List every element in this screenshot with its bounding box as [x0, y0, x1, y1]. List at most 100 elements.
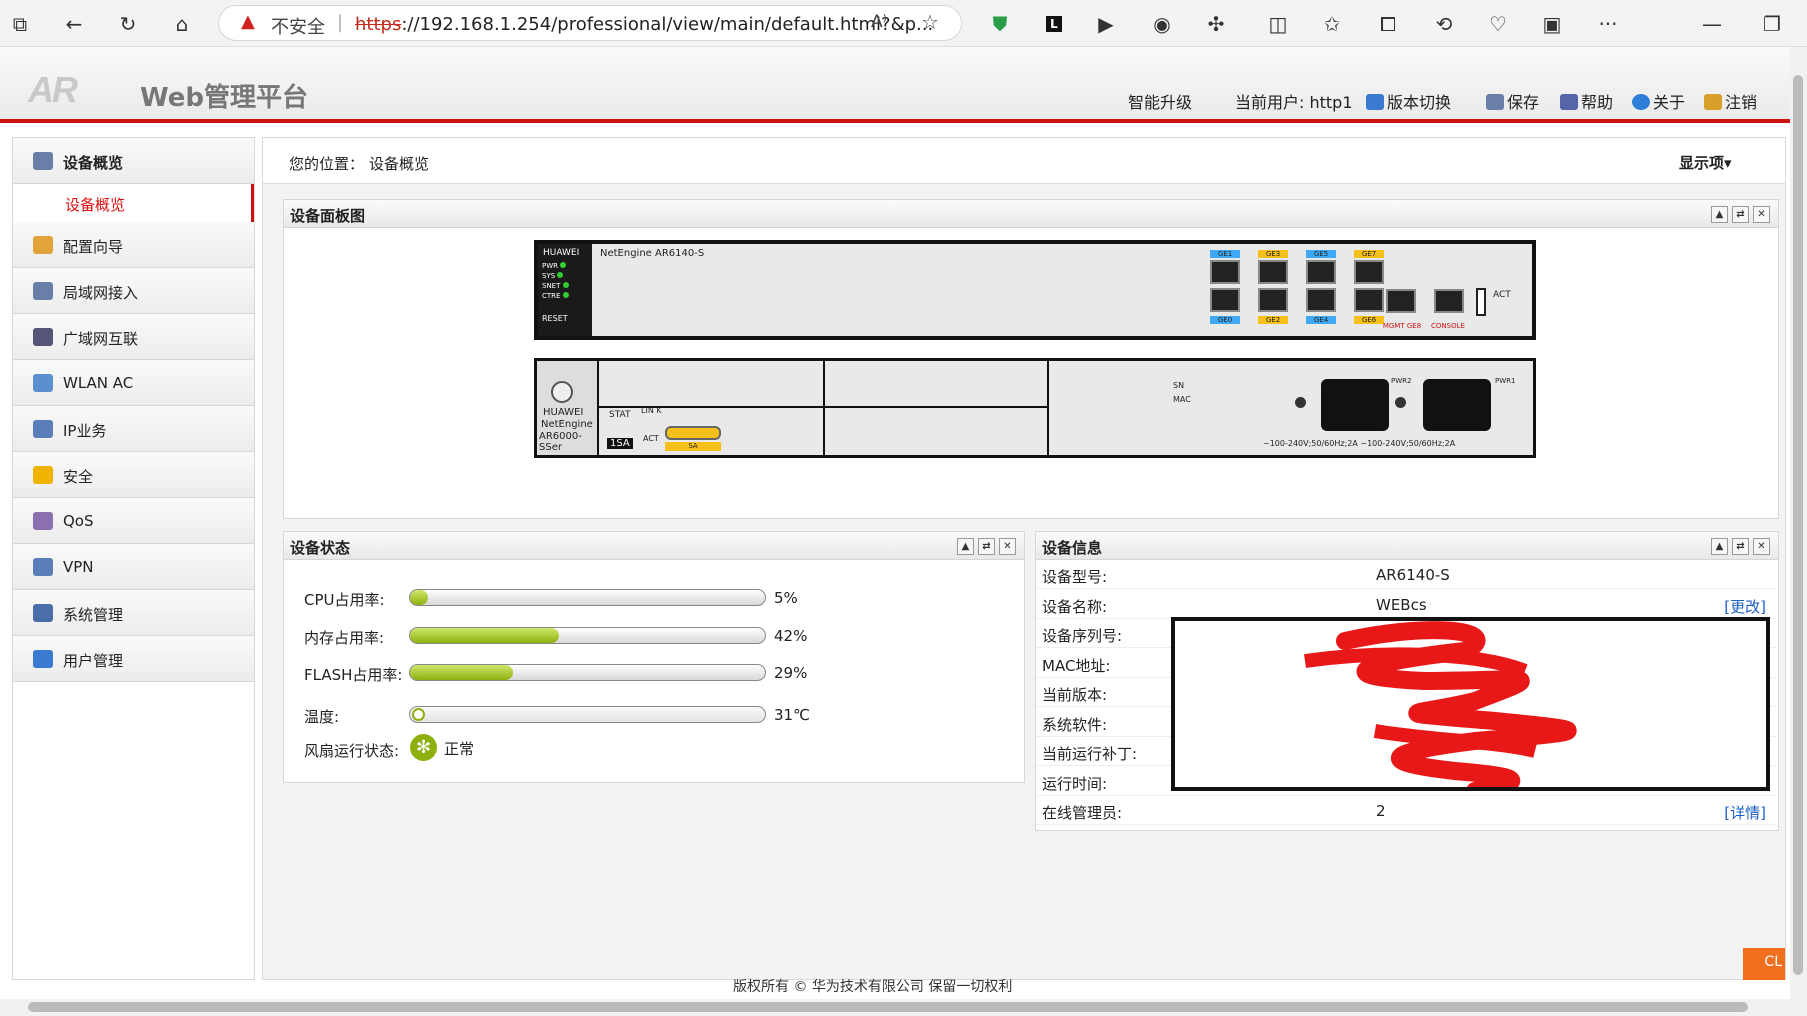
fan-status: 正常: [444, 740, 475, 758]
port-label: GE7: [1354, 250, 1384, 258]
version-switch-link[interactable]: 版本切换: [1366, 89, 1451, 113]
ge-port[interactable]: [1354, 288, 1384, 312]
info-key: 运行时间:: [1042, 774, 1108, 793]
ge-port[interactable]: [1306, 288, 1336, 312]
sidebar-item-5[interactable]: IP业务: [13, 406, 254, 452]
sidebar-item-8[interactable]: VPN: [13, 544, 254, 590]
extension-l-icon[interactable]: L: [1038, 8, 1070, 40]
more-icon[interactable]: ···: [1592, 8, 1624, 40]
extension-icon[interactable]: ◉: [1146, 8, 1178, 40]
minimize-icon[interactable]: —: [1696, 8, 1728, 40]
info-action-link[interactable]: [详情]: [1724, 802, 1766, 823]
sa-port[interactable]: [665, 426, 721, 440]
led-indicator: PWR: [542, 262, 567, 270]
sidebar-item-10[interactable]: 用户管理: [13, 636, 254, 682]
home-icon[interactable]: ⌂: [166, 8, 198, 40]
wan-icon: [33, 328, 53, 346]
close-icon[interactable]: ✕: [999, 538, 1016, 555]
corner-badge[interactable]: CL: [1743, 948, 1785, 980]
favorite-star-icon[interactable]: ☆: [921, 10, 939, 34]
history-icon[interactable]: ⟲: [1428, 8, 1460, 40]
sidebar-item-7[interactable]: QoS: [13, 498, 254, 544]
device-panel-title: 设备面板图: [290, 207, 366, 225]
read-aloud-icon[interactable]: A⁾: [871, 12, 887, 32]
sidebar-item-label: 局域网接入: [63, 284, 139, 302]
sidebar-item-2[interactable]: 局域网接入: [13, 268, 254, 314]
ge-port[interactable]: [1258, 260, 1288, 284]
info-action-link[interactable]: [更改]: [1724, 596, 1766, 617]
logout-link[interactable]: 注销: [1704, 89, 1757, 113]
memory-usage-bar: [409, 627, 766, 644]
usb-port[interactable]: [1476, 288, 1486, 316]
sidebar-toggle-icon[interactable]: ▣: [1536, 8, 1568, 40]
memory-label: 内存占用率:: [304, 629, 385, 647]
sidebar-item-4[interactable]: WLAN AC: [13, 360, 254, 406]
temperature-label: 温度:: [304, 708, 340, 726]
info-key: 在线管理员:: [1042, 804, 1123, 822]
refresh-panel-icon[interactable]: ⇄: [978, 538, 995, 555]
split-view-icon[interactable]: ◫: [1262, 8, 1294, 40]
power-socket-2: [1321, 379, 1389, 431]
sidebar-item-label: 安全: [63, 468, 94, 486]
red-scribble: [1304, 621, 1577, 787]
system-icon: [33, 604, 53, 622]
refresh-panel-icon[interactable]: ⇄: [1732, 538, 1749, 555]
ge-port[interactable]: [1306, 260, 1336, 284]
performance-icon[interactable]: ♡: [1482, 8, 1514, 40]
cpu-usage-bar: [409, 589, 766, 606]
wizard-icon: [33, 236, 53, 254]
about-link[interactable]: 关于: [1632, 89, 1685, 113]
ge-port[interactable]: [1354, 260, 1384, 284]
switch-icon: [1366, 94, 1384, 110]
collapse-icon[interactable]: ▲: [957, 538, 974, 555]
refresh-icon[interactable]: ↻: [112, 8, 144, 40]
device-rear-panel: HUAWEI NetEngine AR6000-SSer STAT LIN K …: [534, 358, 1536, 458]
sidebar-item-9[interactable]: 系统管理: [13, 590, 254, 636]
fan-icon: ✻: [410, 734, 437, 761]
help-link[interactable]: 帮助: [1560, 89, 1613, 113]
warning-icon: ▲: [241, 11, 255, 32]
ge-port[interactable]: [1210, 260, 1240, 284]
ge-port[interactable]: [1210, 288, 1240, 312]
smart-upgrade-link[interactable]: 智能升级: [1128, 89, 1192, 113]
browser-toolbar: ⧉ ← ↻ ⌂ ▲ 不安全 | https://192.168.1.254/pr…: [0, 0, 1807, 47]
port-label: GE0: [1210, 316, 1240, 324]
refresh-panel-icon[interactable]: ⇄: [1732, 206, 1749, 223]
status-panel: 设备状态 ▲ ⇄ ✕ CPU占用率: 5% 内存占用率: 42% FLASH占用率:…: [283, 531, 1025, 783]
sidebar-item-label: IP业务: [63, 422, 107, 440]
sidebar-subitem-device-overview[interactable]: 设备概览: [13, 184, 254, 222]
console-port[interactable]: [1434, 289, 1464, 313]
ge-port[interactable]: [1258, 288, 1288, 312]
collections-icon[interactable]: ⧠: [1372, 8, 1404, 40]
mgmt-port[interactable]: [1386, 289, 1416, 313]
collapse-icon[interactable]: ▲: [1711, 206, 1728, 223]
tabs-icon[interactable]: ⧉: [4, 8, 36, 40]
breadcrumb-prefix: 您的位置：: [289, 155, 365, 173]
puzzle-icon[interactable]: ✣: [1200, 8, 1232, 40]
close-icon[interactable]: ✕: [1753, 206, 1770, 223]
maximize-icon[interactable]: ❐: [1756, 8, 1788, 40]
rear-left-module: HUAWEI NetEngine AR6000-SSer: [537, 361, 599, 455]
collapse-icon[interactable]: ▲: [1711, 538, 1728, 555]
play-icon[interactable]: ▶: [1090, 8, 1122, 40]
back-icon[interactable]: ←: [58, 8, 90, 40]
close-icon[interactable]: ✕: [1753, 538, 1770, 555]
lan-icon: [33, 282, 53, 300]
address-bar[interactable]: ▲ 不安全 | https://192.168.1.254/profession…: [218, 5, 962, 41]
favorites-icon[interactable]: ✩: [1316, 8, 1348, 40]
vertical-scrollbar[interactable]: [1790, 47, 1807, 1016]
port-label: GE2: [1258, 316, 1288, 324]
sidebar-item-label: 系统管理: [63, 606, 124, 624]
sidebar-item-1[interactable]: 配置向导: [13, 222, 254, 268]
sidebar-item-0[interactable]: 设备概览: [13, 138, 254, 184]
sidebar-item-3[interactable]: 广域网互联: [13, 314, 254, 360]
display-options-dropdown[interactable]: 显示项▾: [1679, 152, 1732, 173]
qos-icon: [33, 512, 53, 530]
sidebar-item-6[interactable]: 安全: [13, 452, 254, 498]
current-user-label: 当前用户: http1: [1235, 93, 1353, 112]
horizontal-scrollbar[interactable]: [0, 999, 1790, 1016]
front-left-strip: HUAWEI PWR SYS SNET CTRE RESET: [538, 244, 592, 336]
shield-extension-icon[interactable]: ⛊: [984, 8, 1016, 40]
save-link[interactable]: 保存: [1486, 89, 1539, 113]
info-key: 设备型号:: [1042, 568, 1108, 586]
